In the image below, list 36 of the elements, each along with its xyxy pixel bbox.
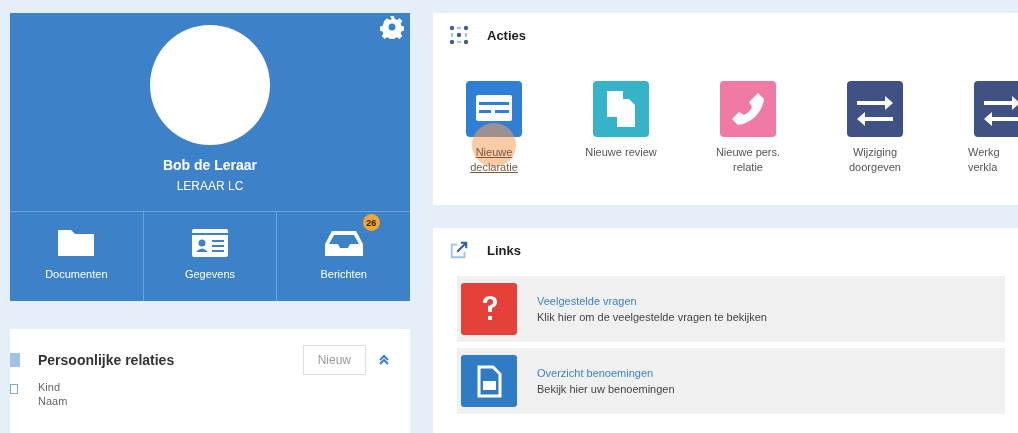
link-item[interactable]: Veelgestelde vragen Klik hier om de veelgestelde vragen te bekijken — [457, 276, 1005, 342]
count-badge: 26 — [362, 214, 380, 231]
action-link[interactable]: Nieuwe pers. relatie — [715, 145, 781, 175]
user-name: Bob de Leraar — [162, 157, 258, 173]
id-card-icon — [190, 228, 230, 258]
action-link[interactable]: Nieuwe declaratie — [470, 145, 518, 175]
relation-text: Kind — [38, 381, 62, 393]
inbox-icon — [323, 228, 364, 258]
external-link-icon — [449, 240, 469, 260]
swap-icon[interactable] — [974, 81, 1018, 137]
tile-button[interactable]: Documenten — [10, 212, 143, 301]
relation-text: Naam — [38, 395, 68, 407]
settings-icon[interactable] — [380, 15, 404, 39]
tile-button[interactable]: 26 Berichten — [276, 212, 410, 301]
phone-icon[interactable] — [720, 81, 776, 137]
link-item[interactable]: Overzicht benoemingen Bekijk hier uw benoemingen — [457, 348, 1005, 414]
card-icon — [10, 353, 20, 367]
action-link[interactable]: Wijziging doorgeven — [849, 145, 901, 175]
link-title[interactable]: Veelgestelde vragen — [537, 295, 767, 307]
link-description: Bekijk hier uw benoemingen — [537, 383, 675, 395]
form-icon[interactable] — [466, 81, 522, 137]
folder-icon — [56, 228, 97, 258]
link-description: Klik hier om de veelgestelde vragen te bekijken — [537, 311, 767, 323]
action-link[interactable]: Werkg verkla — [968, 145, 1000, 175]
grid-icon — [449, 25, 469, 45]
tile-button[interactable]: Gegevens — [142, 212, 277, 301]
copy-icon[interactable] — [593, 81, 649, 137]
document-icon — [10, 384, 18, 394]
card-title: Persoonlijke relaties — [38, 352, 176, 368]
collapse-icon[interactable] — [378, 354, 390, 366]
action-link[interactable]: Nieuwe review — [585, 145, 657, 160]
link-title[interactable]: Overzicht benoemingen — [537, 367, 675, 379]
card-title: Links — [487, 242, 521, 258]
swap-icon[interactable] — [847, 81, 903, 137]
card-title: Acties — [487, 27, 527, 43]
user-role: LERAAR LC — [176, 179, 244, 193]
